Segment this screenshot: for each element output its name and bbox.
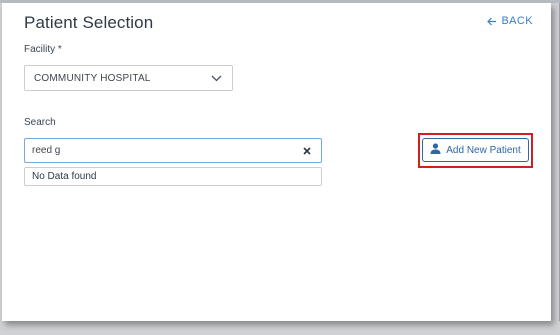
facility-selected-value: COMMUNITY HOSPITAL <box>34 72 151 84</box>
search-label: Search <box>24 117 56 128</box>
facility-label: Facility * <box>24 44 62 55</box>
chevron-down-icon <box>211 69 222 87</box>
facility-select[interactable]: COMMUNITY HOSPITAL <box>24 65 233 91</box>
back-label: BACK <box>501 15 533 27</box>
patient-selection-dialog: Patient Selection BACK Facility * COMMUN… <box>2 3 551 321</box>
add-new-patient-button[interactable]: Add New Patient <box>422 138 529 162</box>
back-button[interactable]: BACK <box>487 15 533 27</box>
arrow-left-icon <box>487 17 497 26</box>
search-field[interactable] <box>24 138 322 163</box>
close-icon[interactable] <box>301 145 313 157</box>
no-results-message: No Data found <box>24 167 322 186</box>
person-icon <box>430 143 441 157</box>
required-marker: * <box>57 44 62 55</box>
search-input[interactable] <box>32 145 301 156</box>
facility-label-text: Facility <box>24 44 56 55</box>
add-new-patient-label: Add New Patient <box>446 144 521 156</box>
page-title: Patient Selection <box>24 13 154 32</box>
